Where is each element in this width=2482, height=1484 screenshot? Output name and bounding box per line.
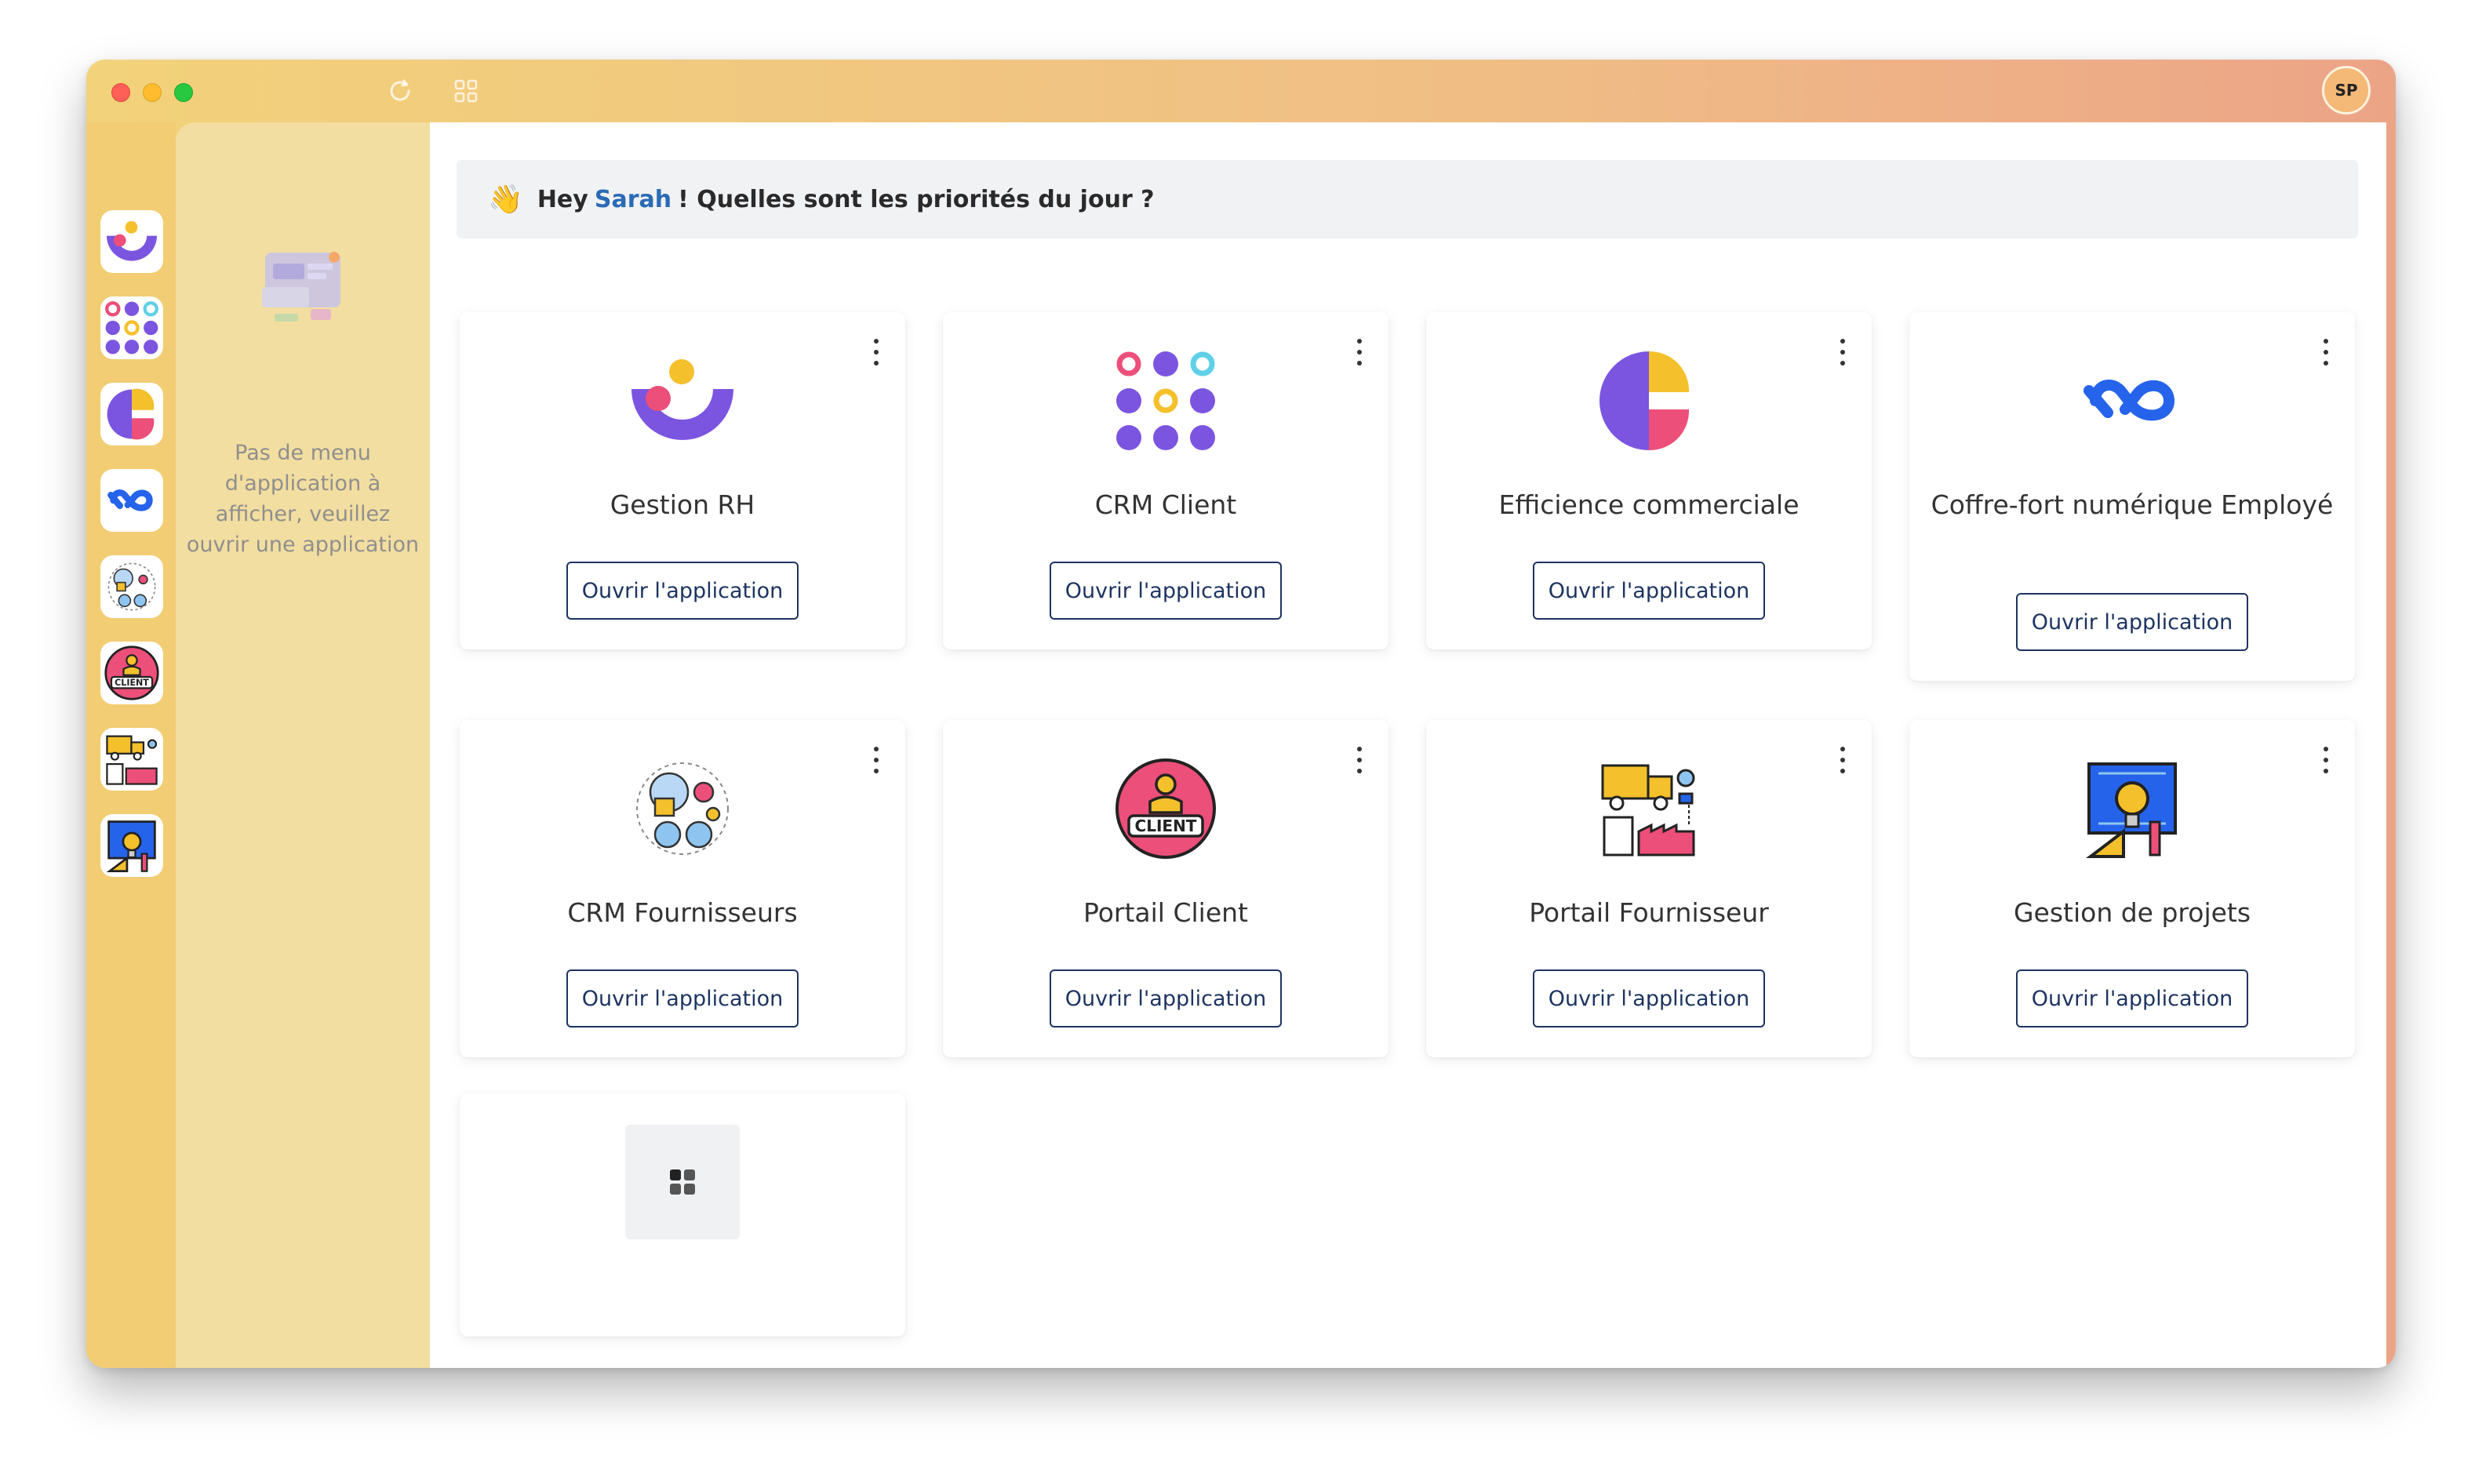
more-options-icon[interactable] [1839, 747, 1847, 773]
apps-grid-icon [670, 1169, 695, 1195]
close-window-button[interactable] [111, 83, 130, 102]
greeting-banner: 👋 Hey Sarah ! Quelles sont les priorités… [457, 160, 2358, 238]
app-card-crm-fournisseurs: CRM Fournisseurs Ouvrir l'application [460, 720, 905, 1057]
efficience-logo-icon [107, 388, 155, 440]
greeting-prefix: Hey [537, 185, 588, 213]
main-content: 👋 Hey Sarah ! Quelles sont les priorités… [430, 122, 2386, 1368]
app-card-gestion-projets: Gestion de projets Ouvrir l'application [1909, 720, 2355, 1057]
open-app-button[interactable]: Ouvrir l'application [566, 562, 799, 620]
open-app-button[interactable]: Ouvrir l'application [1050, 969, 1282, 1028]
app-card-gestion-rh: Gestion RH Ouvrir l'application [460, 312, 905, 649]
app-title: Efficience commerciale [1498, 489, 1800, 520]
crm-fournisseurs-logo-icon [107, 562, 156, 611]
app-title: Coffre-fort numérique Employé [1931, 489, 2334, 520]
empty-menu-message: Pas de menu d'application à afficher, ve… [186, 441, 420, 557]
gestion-projets-logo-icon [2081, 758, 2183, 860]
more-options-icon[interactable] [872, 339, 880, 366]
app-title: CRM Client [1094, 489, 1237, 520]
rail-item-efficience-commerciale[interactable] [100, 383, 163, 446]
rail-item-crm-fournisseurs[interactable] [100, 555, 163, 618]
open-app-button[interactable]: Ouvrir l'application [2016, 969, 2248, 1028]
more-options-icon[interactable] [872, 747, 880, 773]
app-menu-panel: Pas de menu d'application à afficher, ve… [176, 122, 430, 1368]
rail-item-gestion-rh[interactable] [100, 210, 163, 273]
crm-client-logo-icon [1115, 350, 1217, 452]
coffre-fort-logo-icon [2081, 350, 2183, 452]
app-title: Gestion RH [610, 489, 755, 520]
svg-text:CLIENT: CLIENT [115, 678, 149, 688]
portail-client-logo-icon: CLIENT [1115, 758, 1217, 860]
coffre-fort-logo-icon [107, 489, 153, 511]
gestion-rh-logo-icon [631, 350, 733, 452]
greeting-user-name: Sarah [594, 185, 672, 213]
app-title: Gestion de projets [2013, 897, 2251, 928]
app-card-portail-client: CLIENT Portail Client Ouvrir l'applicati… [943, 720, 1388, 1057]
open-app-button[interactable]: Ouvrir l'application [2016, 593, 2248, 651]
app-window: SP CLIENT Pas de menu d'application à af… [86, 60, 2396, 1368]
open-app-button[interactable]: Ouvrir l'application [1050, 562, 1282, 620]
grid-icon[interactable] [449, 74, 483, 108]
rail-item-portail-client[interactable]: CLIENT [100, 642, 163, 704]
crm-fournisseurs-logo-icon [631, 758, 733, 860]
more-options-icon[interactable] [1356, 339, 1363, 366]
portail-fournisseur-logo-icon [1598, 758, 1700, 860]
gestion-projets-logo-icon [106, 820, 156, 873]
efficience-logo-icon [1598, 350, 1700, 452]
maximize-window-button[interactable] [174, 83, 193, 102]
rail-item-portail-fournisseur[interactable] [100, 728, 163, 791]
minimize-window-button[interactable] [143, 83, 162, 102]
greeting-suffix: ! Quelles sont les priorités du jour ? [678, 185, 1155, 213]
app-card-portail-fournisseur: Portail Fournisseur Ouvrir l'application [1426, 720, 1872, 1057]
app-rail: CLIENT [86, 122, 176, 1368]
app-title: Portail Fournisseur [1529, 897, 1769, 928]
add-app-tile[interactable] [625, 1125, 740, 1239]
rail-item-crm-client[interactable] [100, 296, 163, 359]
add-app-card[interactable] [460, 1093, 905, 1337]
crm-client-logo-icon [105, 301, 158, 355]
open-app-button[interactable]: Ouvrir l'application [1533, 969, 1765, 1028]
open-app-button[interactable]: Ouvrir l'application [1533, 562, 1765, 620]
portail-fournisseur-logo-icon [106, 735, 158, 785]
more-options-icon[interactable] [2322, 747, 2330, 773]
more-options-icon[interactable] [1356, 747, 1363, 773]
open-app-button[interactable]: Ouvrir l'application [566, 969, 799, 1028]
more-options-icon[interactable] [2322, 339, 2330, 366]
app-title: CRM Fournisseurs [567, 897, 798, 928]
refresh-icon[interactable] [383, 74, 417, 108]
more-options-icon[interactable] [1839, 339, 1847, 366]
rail-item-gestion-projets[interactable] [100, 814, 163, 877]
app-title: Portail Client [1083, 897, 1248, 928]
gestion-rh-logo-icon [107, 220, 157, 261]
waving-hand-icon: 👋 [488, 184, 523, 216]
client-badge-text: CLIENT [1135, 817, 1197, 835]
title-bar: SP [86, 60, 2396, 122]
user-avatar[interactable]: SP [2322, 66, 2371, 115]
app-card-crm-client: CRM Client Ouvrir l'application [943, 312, 1388, 649]
app-card-coffre-fort: Coffre-fort numérique Employé Ouvrir l'a… [1909, 312, 2355, 681]
app-card-efficience-commerciale: Efficience commerciale Ouvrir l'applicat… [1426, 312, 1872, 649]
portail-client-logo-icon: CLIENT [104, 646, 159, 700]
empty-menu-illustration-icon [259, 248, 347, 329]
rail-item-coffre-fort[interactable] [100, 469, 163, 532]
